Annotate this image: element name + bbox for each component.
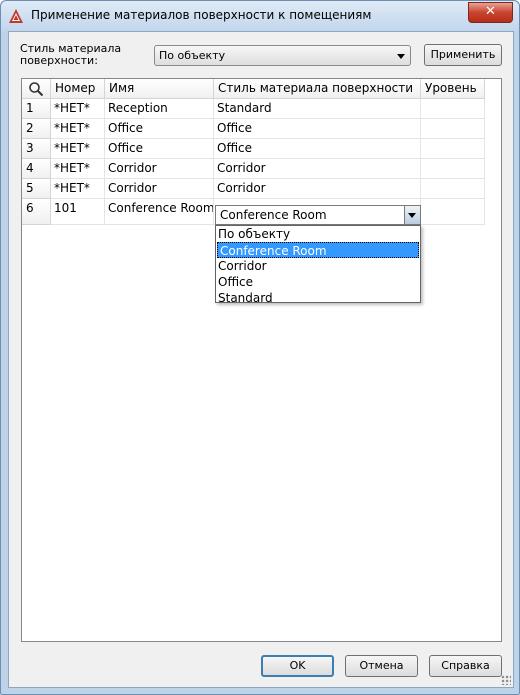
- dropdown-option-selected[interactable]: Conference Room: [217, 242, 419, 258]
- surface-style-dropdown[interactable]: По объекту: [154, 45, 411, 66]
- dropdown-option[interactable]: По объекту: [216, 226, 420, 242]
- cell-level[interactable]: [421, 199, 485, 225]
- cell-surface-style[interactable]: Office: [214, 119, 421, 139]
- ok-button[interactable]: OK: [261, 655, 334, 677]
- column-header-surface-style[interactable]: Стиль материала поверхности: [214, 79, 421, 99]
- dialog-client-area: Стиль материала поверхности: По объекту …: [8, 31, 514, 688]
- cell-name[interactable]: Reception: [105, 99, 214, 119]
- cell-name[interactable]: Corridor: [105, 179, 214, 199]
- row-header[interactable]: 1: [22, 99, 51, 119]
- cell-level[interactable]: [421, 99, 485, 119]
- cell-number[interactable]: *НЕТ*: [51, 99, 105, 119]
- title-bar[interactable]: Применение материалов поверхности к поме…: [1, 1, 519, 31]
- cell-name[interactable]: Conference Room: [105, 199, 214, 225]
- row-header[interactable]: 5: [22, 179, 51, 199]
- column-header-level[interactable]: Уровень: [421, 79, 485, 99]
- grid-corner-search[interactable]: [22, 79, 51, 99]
- row-header[interactable]: 4: [22, 159, 51, 179]
- close-button[interactable]: ✕: [468, 2, 513, 23]
- cell-name[interactable]: Office: [105, 139, 214, 159]
- cell-number[interactable]: *НЕТ*: [51, 159, 105, 179]
- column-header-number[interactable]: Номер: [51, 79, 105, 99]
- dropdown-option[interactable]: Standard: [216, 290, 420, 306]
- surface-style-value: По объекту: [159, 49, 226, 62]
- rooms-grid[interactable]: Номер Имя Стиль материала поверхности Ур…: [21, 78, 502, 642]
- cell-surface-style[interactable]: Corridor: [214, 179, 421, 199]
- cell-number[interactable]: *НЕТ*: [51, 139, 105, 159]
- dialog-window: Применение материалов поверхности к поме…: [0, 0, 520, 695]
- cell-name[interactable]: Office: [105, 119, 214, 139]
- cell-name[interactable]: Corridor: [105, 159, 214, 179]
- cancel-button[interactable]: Отмена: [345, 655, 418, 677]
- dropdown-arrow-icon[interactable]: [404, 206, 420, 224]
- cell-surface-style[interactable]: Office: [214, 139, 421, 159]
- dropdown-option[interactable]: Corridor: [216, 258, 420, 274]
- cell-number[interactable]: 101: [51, 199, 105, 225]
- surface-style-cell-editor[interactable]: Conference Room: [215, 205, 421, 225]
- chevron-down-icon: [397, 54, 405, 59]
- help-button[interactable]: Справка: [429, 655, 502, 677]
- row-header[interactable]: 6: [22, 199, 51, 225]
- cell-number[interactable]: *НЕТ*: [51, 119, 105, 139]
- cell-level[interactable]: [421, 139, 485, 159]
- cell-level[interactable]: [421, 119, 485, 139]
- dropdown-option[interactable]: Office: [216, 274, 420, 290]
- surface-style-dropdown-list[interactable]: По объекту Conference Room Corridor Offi…: [215, 225, 421, 306]
- row-header[interactable]: 3: [22, 139, 51, 159]
- cell-level[interactable]: [421, 179, 485, 199]
- cell-surface-style[interactable]: Standard: [214, 99, 421, 119]
- apply-button[interactable]: Применить: [424, 44, 502, 66]
- cell-level[interactable]: [421, 159, 485, 179]
- resize-grip-icon[interactable]: [501, 675, 511, 685]
- column-header-name[interactable]: Имя: [105, 79, 214, 99]
- cell-surface-style[interactable]: Corridor: [214, 159, 421, 179]
- cell-editor-value: Conference Room: [220, 208, 327, 222]
- cell-number[interactable]: *НЕТ*: [51, 179, 105, 199]
- row-header[interactable]: 2: [22, 119, 51, 139]
- window-title: Применение материалов поверхности к поме…: [31, 8, 372, 22]
- magnifier-icon: [29, 82, 44, 97]
- surface-style-label: Стиль материала поверхности:: [20, 42, 122, 67]
- autocad-app-icon: [9, 9, 23, 23]
